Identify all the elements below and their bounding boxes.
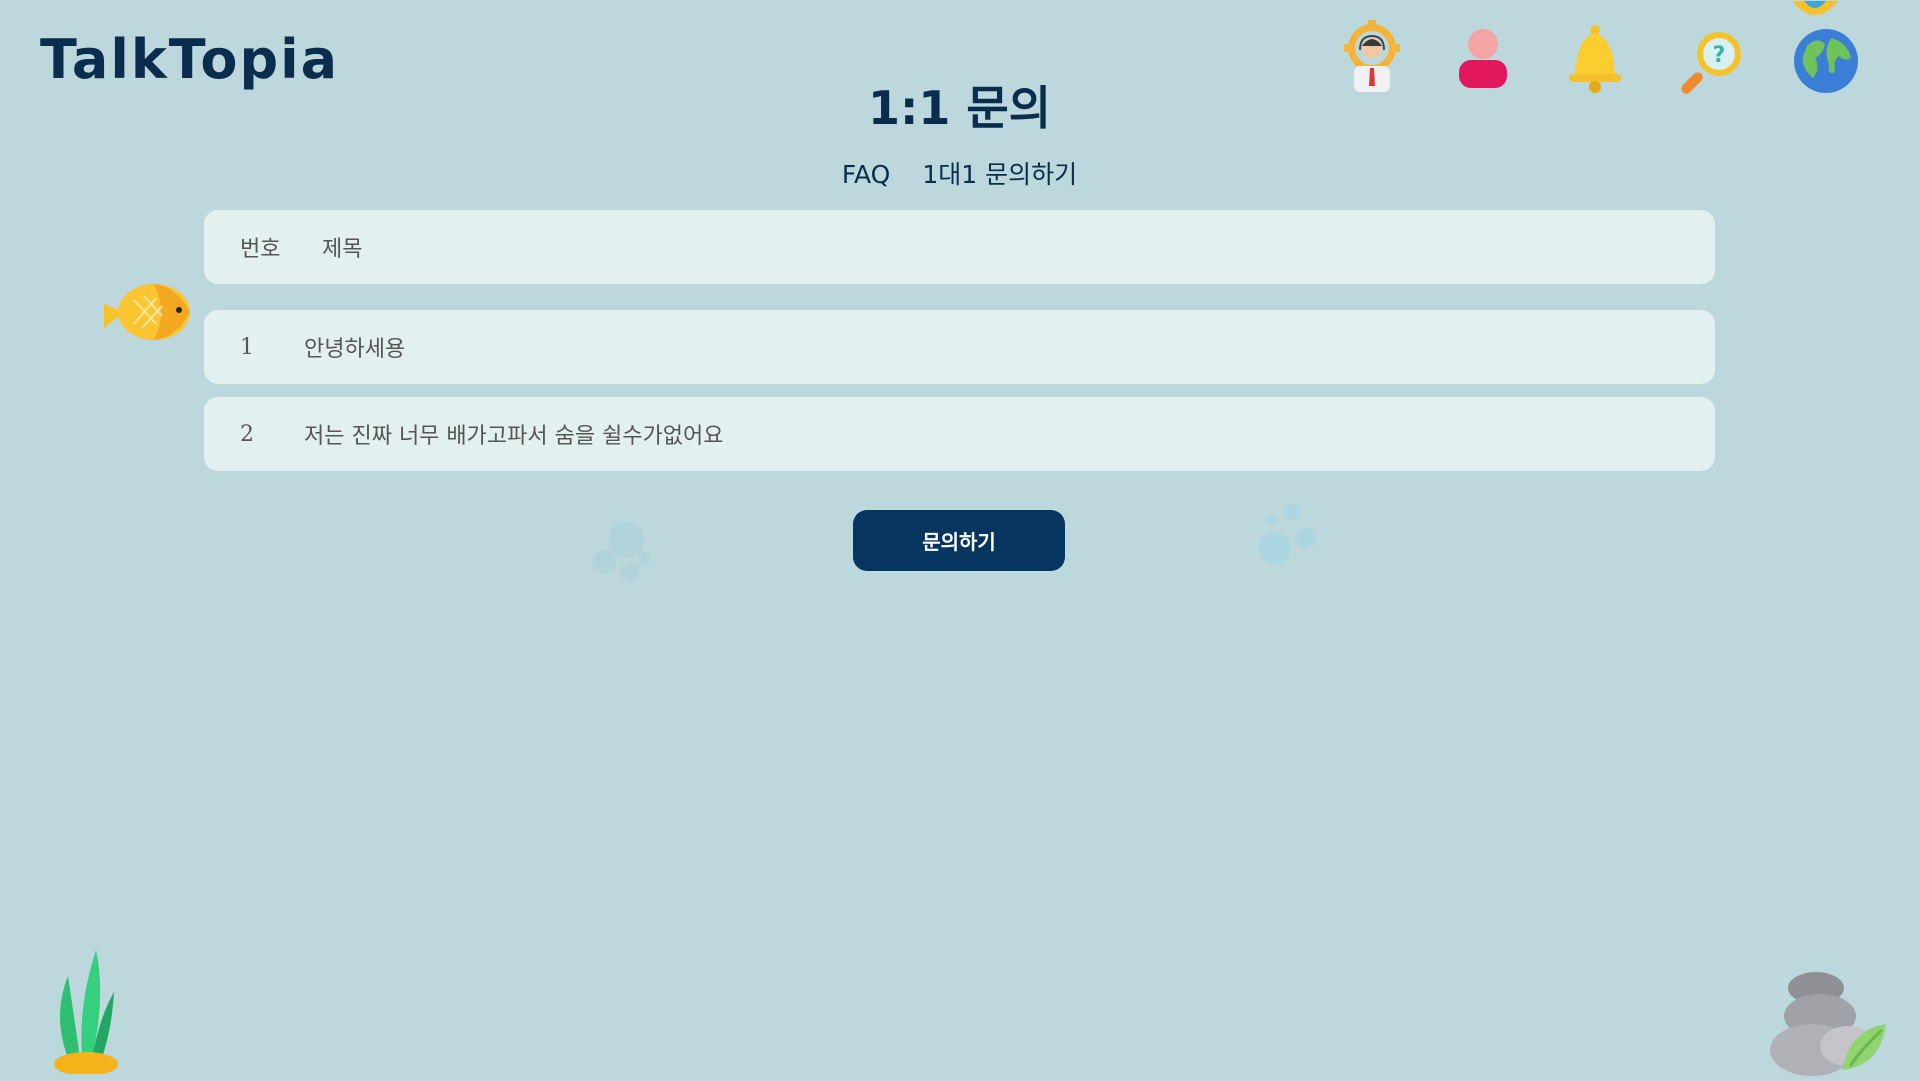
tab-faq[interactable]: FAQ: [842, 160, 890, 189]
bubbles-icon: [586, 518, 656, 592]
row-number: 1: [240, 334, 254, 360]
header-number: 번호: [240, 237, 281, 262]
globe-icon[interactable]: [1793, 28, 1865, 108]
inquire-button[interactable]: 문의하기: [853, 510, 1065, 571]
fish-icon: [104, 278, 196, 350]
table-row[interactable]: 2 저는 진짜 너무 배가고파서 숨을 쉴수가없어요: [204, 397, 1715, 471]
profile-icon[interactable]: [1455, 28, 1527, 108]
help-search-icon[interactable]: ?: [1677, 28, 1749, 108]
tab-inquiry[interactable]: 1대1 문의하기: [922, 160, 1077, 189]
sub-navigation: FAQ 1대1 문의하기: [0, 155, 1919, 191]
row-number: 2: [240, 421, 254, 447]
counselor-icon[interactable]: [1340, 20, 1412, 100]
seaweed-icon: [48, 946, 124, 1078]
rocks-icon: [1770, 970, 1890, 1081]
row-title: 저는 진짜 너무 배가고파서 숨을 쉴수가없어요: [304, 424, 724, 449]
bell-icon[interactable]: [1565, 24, 1637, 104]
header-title: 제목: [322, 237, 363, 262]
table-header: 번호 제목: [204, 210, 1715, 284]
svg-text:?: ?: [1713, 43, 1726, 68]
beach-ball-icon: [1790, 0, 1840, 19]
row-title: 안녕하세용: [304, 337, 406, 362]
table-row[interactable]: 1 안녕하세용: [204, 310, 1715, 384]
bubbles-icon: [1256, 500, 1326, 574]
